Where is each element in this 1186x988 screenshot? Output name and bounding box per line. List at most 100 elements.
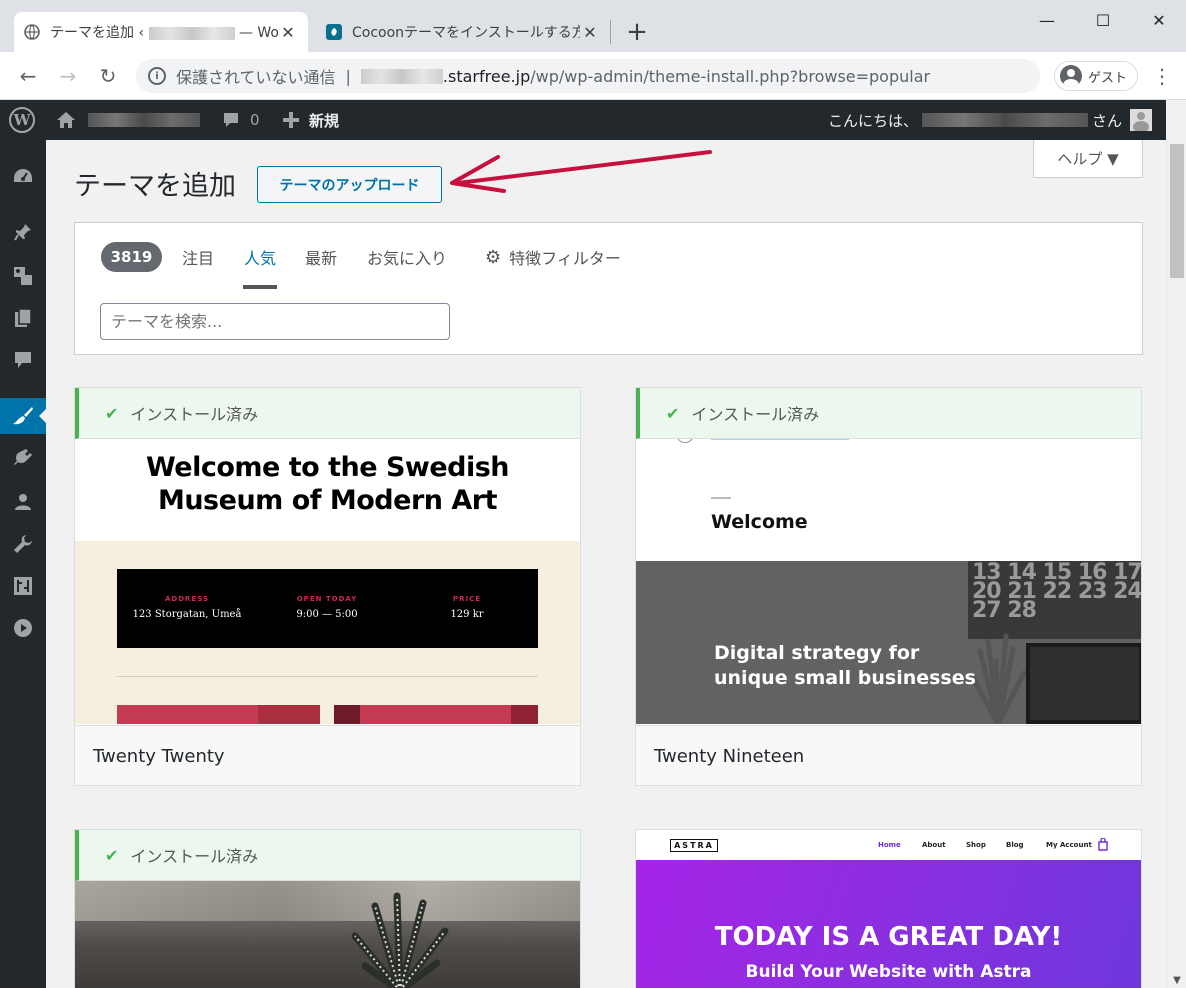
address-bar[interactable]: i 保護されていない通信 | .starfree.jp /wp/wp-admin…: [136, 59, 1040, 93]
greeting-suffix: さん: [1092, 111, 1123, 130]
preview-window-blur: [75, 881, 580, 921]
theme-name: Twenty Nineteen: [636, 725, 1141, 785]
maximize-button[interactable]: ☐: [1080, 0, 1126, 40]
pages-icon[interactable]: [0, 300, 46, 336]
theme-filter-bar: 3819 注目 人気 最新 お気に入り ⚙ 特徴フィルター: [74, 222, 1143, 355]
dashboard-icon[interactable]: [0, 158, 46, 194]
preview-white-section: Welcome: [636, 439, 1141, 561]
gear-icon: ⚙: [485, 246, 502, 268]
theme-card-astra[interactable]: ASTRA Home About Shop Blog My Account TO…: [635, 829, 1142, 988]
upload-theme-button[interactable]: テーマのアップロード: [257, 166, 442, 203]
media-icon[interactable]: [0, 258, 46, 294]
theme-screenshot[interactable]: Welcome to the Swedish Museum of Modern …: [75, 439, 580, 725]
tab-close-button[interactable]: ✕: [278, 23, 298, 42]
installed-notice: ✔ インストール済み: [75, 388, 580, 439]
redacted-subdomain: [360, 68, 443, 84]
browser-titlebar: テーマを追加 ‹ — Word ✕ Cocoonテーマをインストールする方法 ✕…: [0, 0, 1186, 52]
site-logo-icon: [676, 439, 694, 443]
tab-latest[interactable]: 最新: [305, 245, 337, 269]
admin-sidebar: [0, 140, 46, 988]
preview-red-block: [511, 705, 538, 724]
comments-icon[interactable]: [0, 342, 46, 378]
tab-close-button[interactable]: ✕: [580, 23, 600, 42]
info-icon[interactable]: i: [148, 67, 166, 85]
settings-icon[interactable]: [0, 568, 46, 604]
appearance-icon[interactable]: [0, 398, 46, 434]
preview-monitor: [1026, 643, 1141, 724]
preview-nav-item: My Account: [1046, 841, 1092, 849]
tab-title: テーマを追加 ‹: [50, 25, 149, 41]
browser-toolbar: ← → ↻ i 保護されていない通信 | .starfree.jp /wp/wp…: [0, 52, 1186, 100]
preview-nav-item: About: [922, 841, 946, 849]
theme-screenshot[interactable]: ASTRA Home About Shop Blog My Account TO…: [636, 830, 1141, 988]
minimize-button[interactable]: —: [1024, 0, 1070, 40]
comment-icon: [224, 113, 238, 127]
play-circle-icon[interactable]: [0, 610, 46, 646]
feature-filter-label: 特徴フィルター: [509, 249, 621, 268]
home-icon: [57, 112, 75, 128]
plus-icon: [283, 112, 299, 128]
address-separator: |: [345, 66, 351, 86]
new-tab-button[interactable]: +: [622, 14, 652, 50]
browser-menu-button[interactable]: ⋮: [1150, 60, 1174, 92]
scrollbar-thumb[interactable]: [1170, 144, 1184, 278]
cart-icon: [1098, 838, 1108, 851]
site-name-menu[interactable]: [56, 100, 200, 140]
browser-tab[interactable]: Cocoonテーマをインストールする方法 ✕: [316, 12, 610, 52]
hero-title: TODAY IS A GREAT DAY!: [714, 922, 1063, 952]
wp-admin-bar: W 0 新規 こんにちは、 さん: [0, 100, 1166, 140]
plugins-icon[interactable]: [0, 440, 46, 476]
tab-featured[interactable]: 注目: [182, 245, 214, 269]
info-label: PRICE: [452, 595, 482, 603]
annotation-arrow: [450, 150, 712, 193]
close-window-button[interactable]: ✕: [1136, 0, 1182, 40]
theme-screenshot[interactable]: Welcome 13 14 15 16 17 20 21 22 23 24 27…: [636, 439, 1141, 725]
tab-popular[interactable]: 人気: [244, 245, 276, 269]
theme-card[interactable]: ✔ インストール済み: [74, 829, 581, 988]
browser-tab-active[interactable]: テーマを追加 ‹ — Word ✕: [14, 12, 308, 52]
page-title: テーマを追加: [74, 171, 236, 202]
theme-card-twenty-twenty[interactable]: ✔ インストール済み Welcome to the Swedish Museum…: [74, 387, 581, 786]
preview-nav-item: Home: [878, 841, 901, 849]
new-label: 新規: [309, 111, 340, 130]
wordpress-logo-icon: W: [9, 107, 35, 133]
profile-button[interactable]: ゲスト: [1054, 61, 1138, 91]
astra-logo: ASTRA: [670, 839, 718, 852]
theme-name: Twenty Twenty: [75, 725, 580, 785]
forward-button[interactable]: →: [52, 60, 84, 92]
new-content-menu[interactable]: 新規: [283, 100, 339, 140]
theme-search-input[interactable]: [100, 303, 450, 340]
redacted-site-title: [88, 113, 200, 127]
globe-icon: [24, 24, 40, 40]
comments-menu[interactable]: 0: [222, 100, 260, 140]
address-path: /wp/wp-admin/theme-install.php?browse=po…: [530, 66, 931, 86]
tab-favorites[interactable]: お気に入り: [367, 245, 447, 269]
feature-filter-button[interactable]: ⚙ 特徴フィルター: [485, 245, 621, 269]
plant-icon: [969, 633, 1027, 724]
users-icon[interactable]: [0, 484, 46, 520]
reload-button[interactable]: ↻: [92, 60, 124, 92]
preview-dash: [711, 497, 731, 499]
installed-notice: ✔ インストール済み: [636, 388, 1141, 439]
scroll-down-arrow-icon[interactable]: ▼: [1167, 975, 1186, 986]
preview-cream-section: ADDRESS 123 Storgatan, Umeå OPEN TODAY 9…: [75, 541, 580, 724]
redacted-username: [922, 113, 1089, 127]
installed-notice: ✔ インストール済み: [75, 830, 580, 881]
wp-logo-menu[interactable]: W: [9, 100, 35, 140]
pin-icon[interactable]: [0, 214, 46, 250]
tools-icon[interactable]: [0, 526, 46, 562]
preview-hero: TODAY IS A GREAT DAY! Build Your Website…: [636, 860, 1141, 988]
comments-count: 0: [250, 111, 260, 129]
theme-screenshot[interactable]: [75, 881, 580, 988]
tab-title-tail: — Word: [238, 25, 278, 41]
info-value: 129 kr: [450, 609, 484, 620]
theme-card-twenty-nineteen[interactable]: ✔ インストール済み Welcome 13 14 15 16 17 20 21 …: [635, 387, 1142, 786]
my-account-menu[interactable]: こんにちは、 さん: [828, 100, 1153, 140]
security-status: 保護されていない通信: [176, 68, 336, 87]
preview-tagline: Digital strategy for unique small busine…: [714, 642, 976, 689]
back-button[interactable]: ←: [12, 60, 44, 92]
theme-count-badge: 3819: [101, 242, 162, 272]
guest-avatar-icon: [1060, 65, 1082, 87]
help-tab-button[interactable]: ヘルプ ▼: [1033, 140, 1143, 178]
page-scrollbar[interactable]: ▼: [1166, 140, 1186, 988]
